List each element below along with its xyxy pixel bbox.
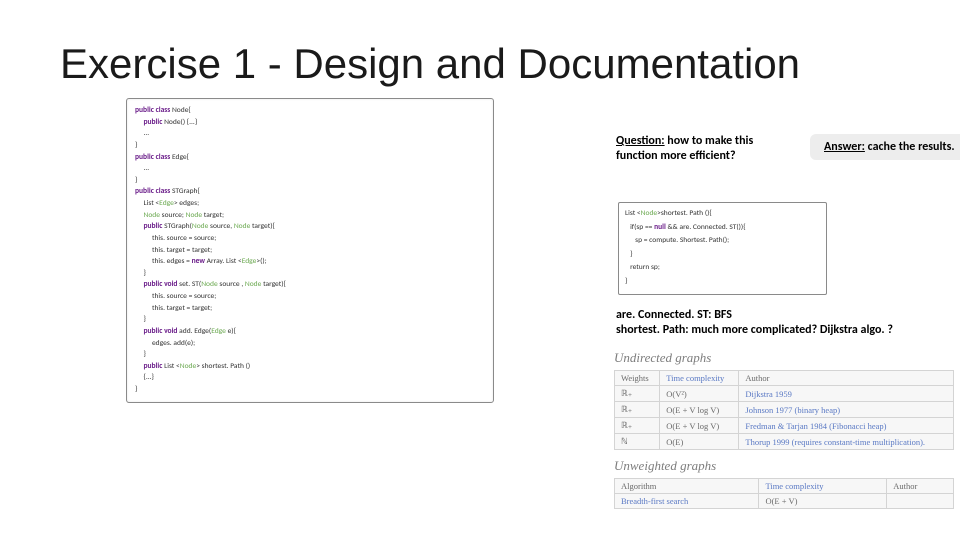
- algo-tables: Undirected graphs Weights Time complexit…: [614, 348, 960, 509]
- answer-pill: Answer: cache the results.: [810, 134, 960, 160]
- table1-caption: Undirected graphs: [614, 350, 960, 366]
- slide: Exercise 1 - Design and Documentation pu…: [0, 0, 960, 540]
- table-unweighted: Algorithm Time complexity Author Breadth…: [614, 478, 954, 509]
- table-undirected: Weights Time complexity Author ℝ₊O(V²)Di…: [614, 370, 954, 450]
- page-title: Exercise 1 - Design and Documentation: [60, 40, 912, 88]
- note-block: are. Connected. ST: BFS shortest. Path: …: [616, 308, 946, 338]
- code-left: public class Node{ public Node() {...} .…: [126, 98, 494, 403]
- table2-caption: Unweighted graphs: [614, 458, 960, 474]
- code-right: List <Node>shortest. Path (){ if(sp == n…: [618, 202, 827, 295]
- question-text: Question: how to make this function more…: [616, 134, 796, 164]
